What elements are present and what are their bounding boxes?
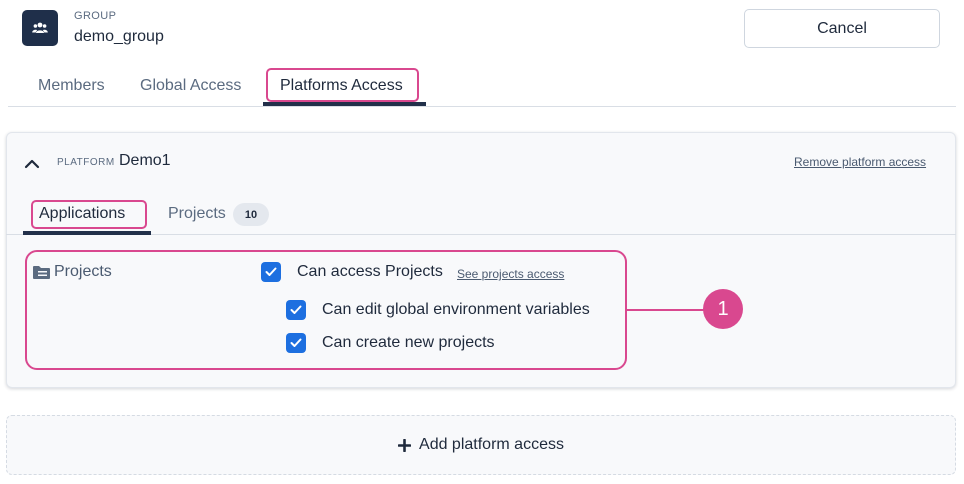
section-label-projects: Projects: [54, 263, 112, 280]
top-tab-bar: Members Global Access Platforms Access: [8, 66, 956, 107]
projects-count-badge: 10: [233, 203, 269, 226]
group-avatar: [22, 10, 58, 46]
perm-label-can-create-new-projects: Can create new projects: [322, 334, 495, 351]
checkbox-can-edit-global-env-vars[interactable]: [286, 300, 306, 320]
checkbox-can-create-new-projects[interactable]: [286, 333, 306, 353]
tab-applications[interactable]: Applications: [39, 205, 125, 223]
checkbox-can-access-projects[interactable]: [261, 262, 281, 282]
tab-projects[interactable]: Projects: [168, 205, 226, 223]
active-tab-indicator: [263, 102, 426, 106]
users-icon: [32, 22, 48, 33]
tab-global-access[interactable]: Global Access: [140, 66, 241, 106]
tab-members[interactable]: Members: [38, 66, 105, 106]
perm-label-can-access-projects: Can access Projects: [297, 263, 443, 280]
inner-active-tab-indicator: [23, 231, 151, 235]
platform-eyebrow: PLATFORM: [57, 157, 115, 168]
check-icon: [265, 267, 277, 276]
cancel-button[interactable]: Cancel: [744, 9, 940, 48]
perm-label-can-edit-global-env-vars: Can edit global environment variables: [322, 301, 590, 318]
plus-icon: [398, 438, 412, 452]
callout-connector-line: [627, 309, 705, 311]
tab-platforms-access[interactable]: Platforms Access: [280, 66, 403, 106]
see-projects-access-link[interactable]: See projects access: [457, 267, 564, 281]
add-platform-access-label: Add platform access: [419, 436, 564, 453]
check-icon: [290, 305, 302, 314]
check-icon: [290, 338, 302, 347]
add-platform-access-button[interactable]: Add platform access: [6, 415, 956, 475]
group-name: demo_group: [74, 28, 164, 45]
callout-badge: 1: [703, 289, 743, 329]
chevron-up-icon[interactable]: [23, 155, 41, 173]
group-eyebrow: GROUP: [74, 10, 117, 22]
folder-icon: [33, 266, 50, 279]
remove-platform-access-link[interactable]: Remove platform access: [794, 155, 926, 169]
platform-name: Demo1: [119, 152, 171, 169]
